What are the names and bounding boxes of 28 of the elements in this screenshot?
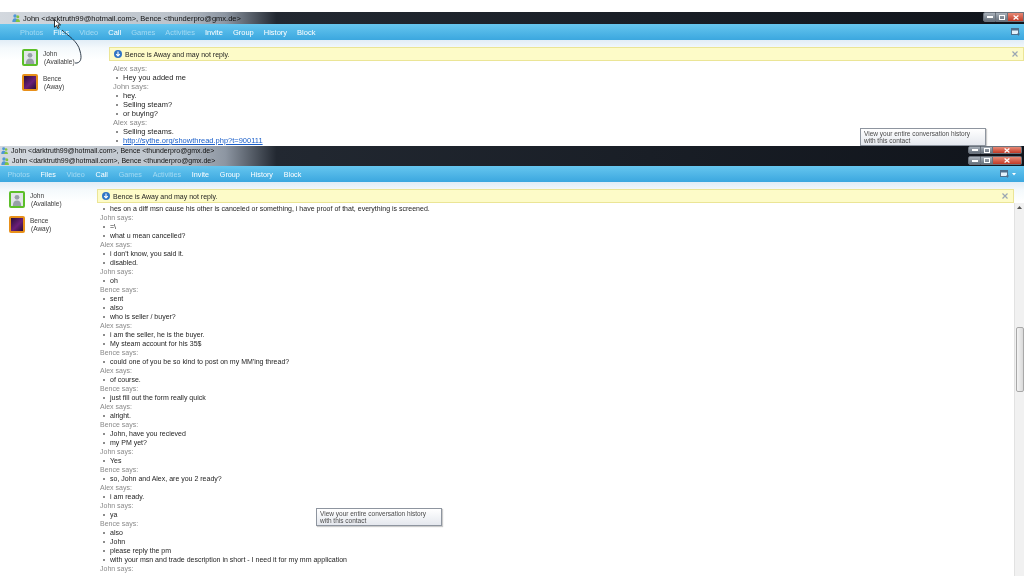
menu-button[interactable] xyxy=(1009,26,1022,38)
people-icon xyxy=(12,14,20,22)
close-icon xyxy=(1004,158,1010,163)
close-icon xyxy=(1004,147,1010,153)
window-icon xyxy=(1011,28,1020,36)
close-button[interactable] xyxy=(1008,12,1024,22)
info-icon xyxy=(102,192,110,200)
close-icon xyxy=(1012,14,1019,20)
scrollbar-thumb[interactable] xyxy=(1015,327,1024,392)
scroll-up-arrow-icon[interactable] xyxy=(1017,206,1022,209)
minimize-icon xyxy=(986,16,993,18)
info-icon xyxy=(114,50,122,58)
minimize-button[interactable] xyxy=(968,156,981,165)
maximize-button[interactable] xyxy=(981,146,993,154)
close-button[interactable] xyxy=(993,156,1022,165)
people-icon xyxy=(1,147,8,154)
window-icon xyxy=(1000,170,1009,178)
minimize-button[interactable] xyxy=(968,146,981,154)
maximize-button[interactable] xyxy=(981,156,993,165)
maximize-icon xyxy=(998,14,1005,20)
people-icon xyxy=(1,156,9,165)
menu-button[interactable] xyxy=(998,168,1018,180)
scrollbar[interactable] xyxy=(1014,203,1024,576)
minimize-icon xyxy=(971,159,978,162)
minimize-icon xyxy=(971,149,978,151)
maximize-button[interactable] xyxy=(996,12,1008,22)
close-button[interactable] xyxy=(993,146,1022,154)
minimize-button[interactable] xyxy=(983,12,996,22)
